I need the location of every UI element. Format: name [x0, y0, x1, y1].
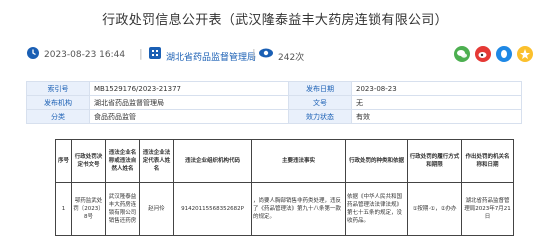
- clock-icon: [26, 46, 40, 63]
- cell-basis: 依据《中华人民共和国药品管理法法律法规》第七十五条的规定，没收药品。: [345, 182, 408, 236]
- info-value: 无: [351, 95, 522, 110]
- info-key: 效力状态: [288, 109, 352, 124]
- info-value: 湖北省药品监督管理局: [89, 95, 289, 110]
- header-cell: 作出处罚的机关名称和日期: [461, 139, 514, 183]
- header-cell: 行政处罚的履行方式和期限: [407, 139, 462, 183]
- publish-datetime: 2023-08-23 16:44: [44, 50, 126, 60]
- cell-authority: 湖北省药品监督管理局2023年7月21日: [461, 182, 514, 236]
- info-key: 发布日期: [288, 81, 352, 96]
- info-value: 食品药品监管: [89, 109, 289, 124]
- cell-company: 武汉隆泰益丰大药房连锁有限公司销售还药房: [105, 182, 140, 236]
- penalty-table: 序号 行政处罚决定书文号 违法企业名称或违法自然人姓名 违法企业法定代表人姓名 …: [55, 139, 514, 236]
- building-icon: [148, 46, 162, 63]
- qzone-icon[interactable]: [517, 46, 533, 62]
- info-key: 索引号: [26, 81, 90, 96]
- qq-icon[interactable]: [496, 46, 512, 62]
- source-org[interactable]: 湖北省药品监督管理局: [166, 50, 256, 63]
- header-cell: 违法企业法定代表人姓名: [139, 139, 174, 183]
- cell-doc-no: 鄂药监武处罚〔2023〕8号: [71, 182, 106, 236]
- page-title: 行政处罚信息公开表（武汉隆泰益丰大药房连锁有限公司）: [102, 13, 448, 28]
- table-row: 1 鄂药监武处罚〔2023〕8号 武汉隆泰益丰大药房连锁有限公司销售还药房 赵问…: [55, 182, 514, 236]
- info-key: 发布机构: [26, 95, 90, 110]
- info-key: 文号: [288, 95, 352, 110]
- cell-org-code: 91420115568352682P: [173, 182, 252, 236]
- cell-person: 赵问伶: [139, 182, 174, 236]
- info-row: 发布机构 湖北省药品监督管理局 文号 无: [26, 95, 522, 110]
- header-cell: 违法企业名称或违法自然人姓名: [105, 139, 140, 183]
- info-value: MB1529176/2023-21377: [89, 81, 289, 96]
- header-cell: 序号: [55, 139, 72, 183]
- eye-icon: [258, 46, 274, 63]
- header-cell: 违法企业组织机构代码: [173, 139, 252, 183]
- info-row: 索引号 MB1529176/2023-21377 发布日期 2023-08-23: [26, 81, 522, 96]
- header-cell: 主要违法事实: [251, 139, 346, 183]
- info-key: 分类: [26, 109, 90, 124]
- cell-fact: ，尚要人胸部销售非药类处理，违反了《药品管理法》第九十八条第一款的规定。: [251, 182, 346, 236]
- separator: |: [139, 47, 143, 60]
- info-table: 索引号 MB1529176/2023-21377 发布日期 2023-08-23…: [26, 81, 522, 124]
- header-cell: 行政处罚的种类和依据: [345, 139, 408, 183]
- weibo-icon[interactable]: [475, 46, 491, 62]
- view-count: 242次: [278, 53, 305, 63]
- info-row: 分类 食品药品监管 效力状态 有效: [26, 109, 522, 124]
- info-value: 有效: [351, 109, 522, 124]
- info-value: 2023-08-23: [351, 81, 522, 96]
- wechat-icon[interactable]: [454, 46, 470, 62]
- separator: |: [252, 47, 256, 60]
- table-header-row: 序号 行政处罚决定书文号 违法企业名称或违法自然人姓名 违法企业法定代表人姓名 …: [55, 139, 514, 183]
- meta-bar: 2023-08-23 16:44 | 湖北省药品监督管理局 | 242次: [26, 46, 533, 64]
- cell-method: ①按期·①，②办办: [407, 182, 462, 236]
- header-cell: 行政处罚决定书文号: [71, 139, 106, 183]
- cell-no: 1: [55, 182, 72, 236]
